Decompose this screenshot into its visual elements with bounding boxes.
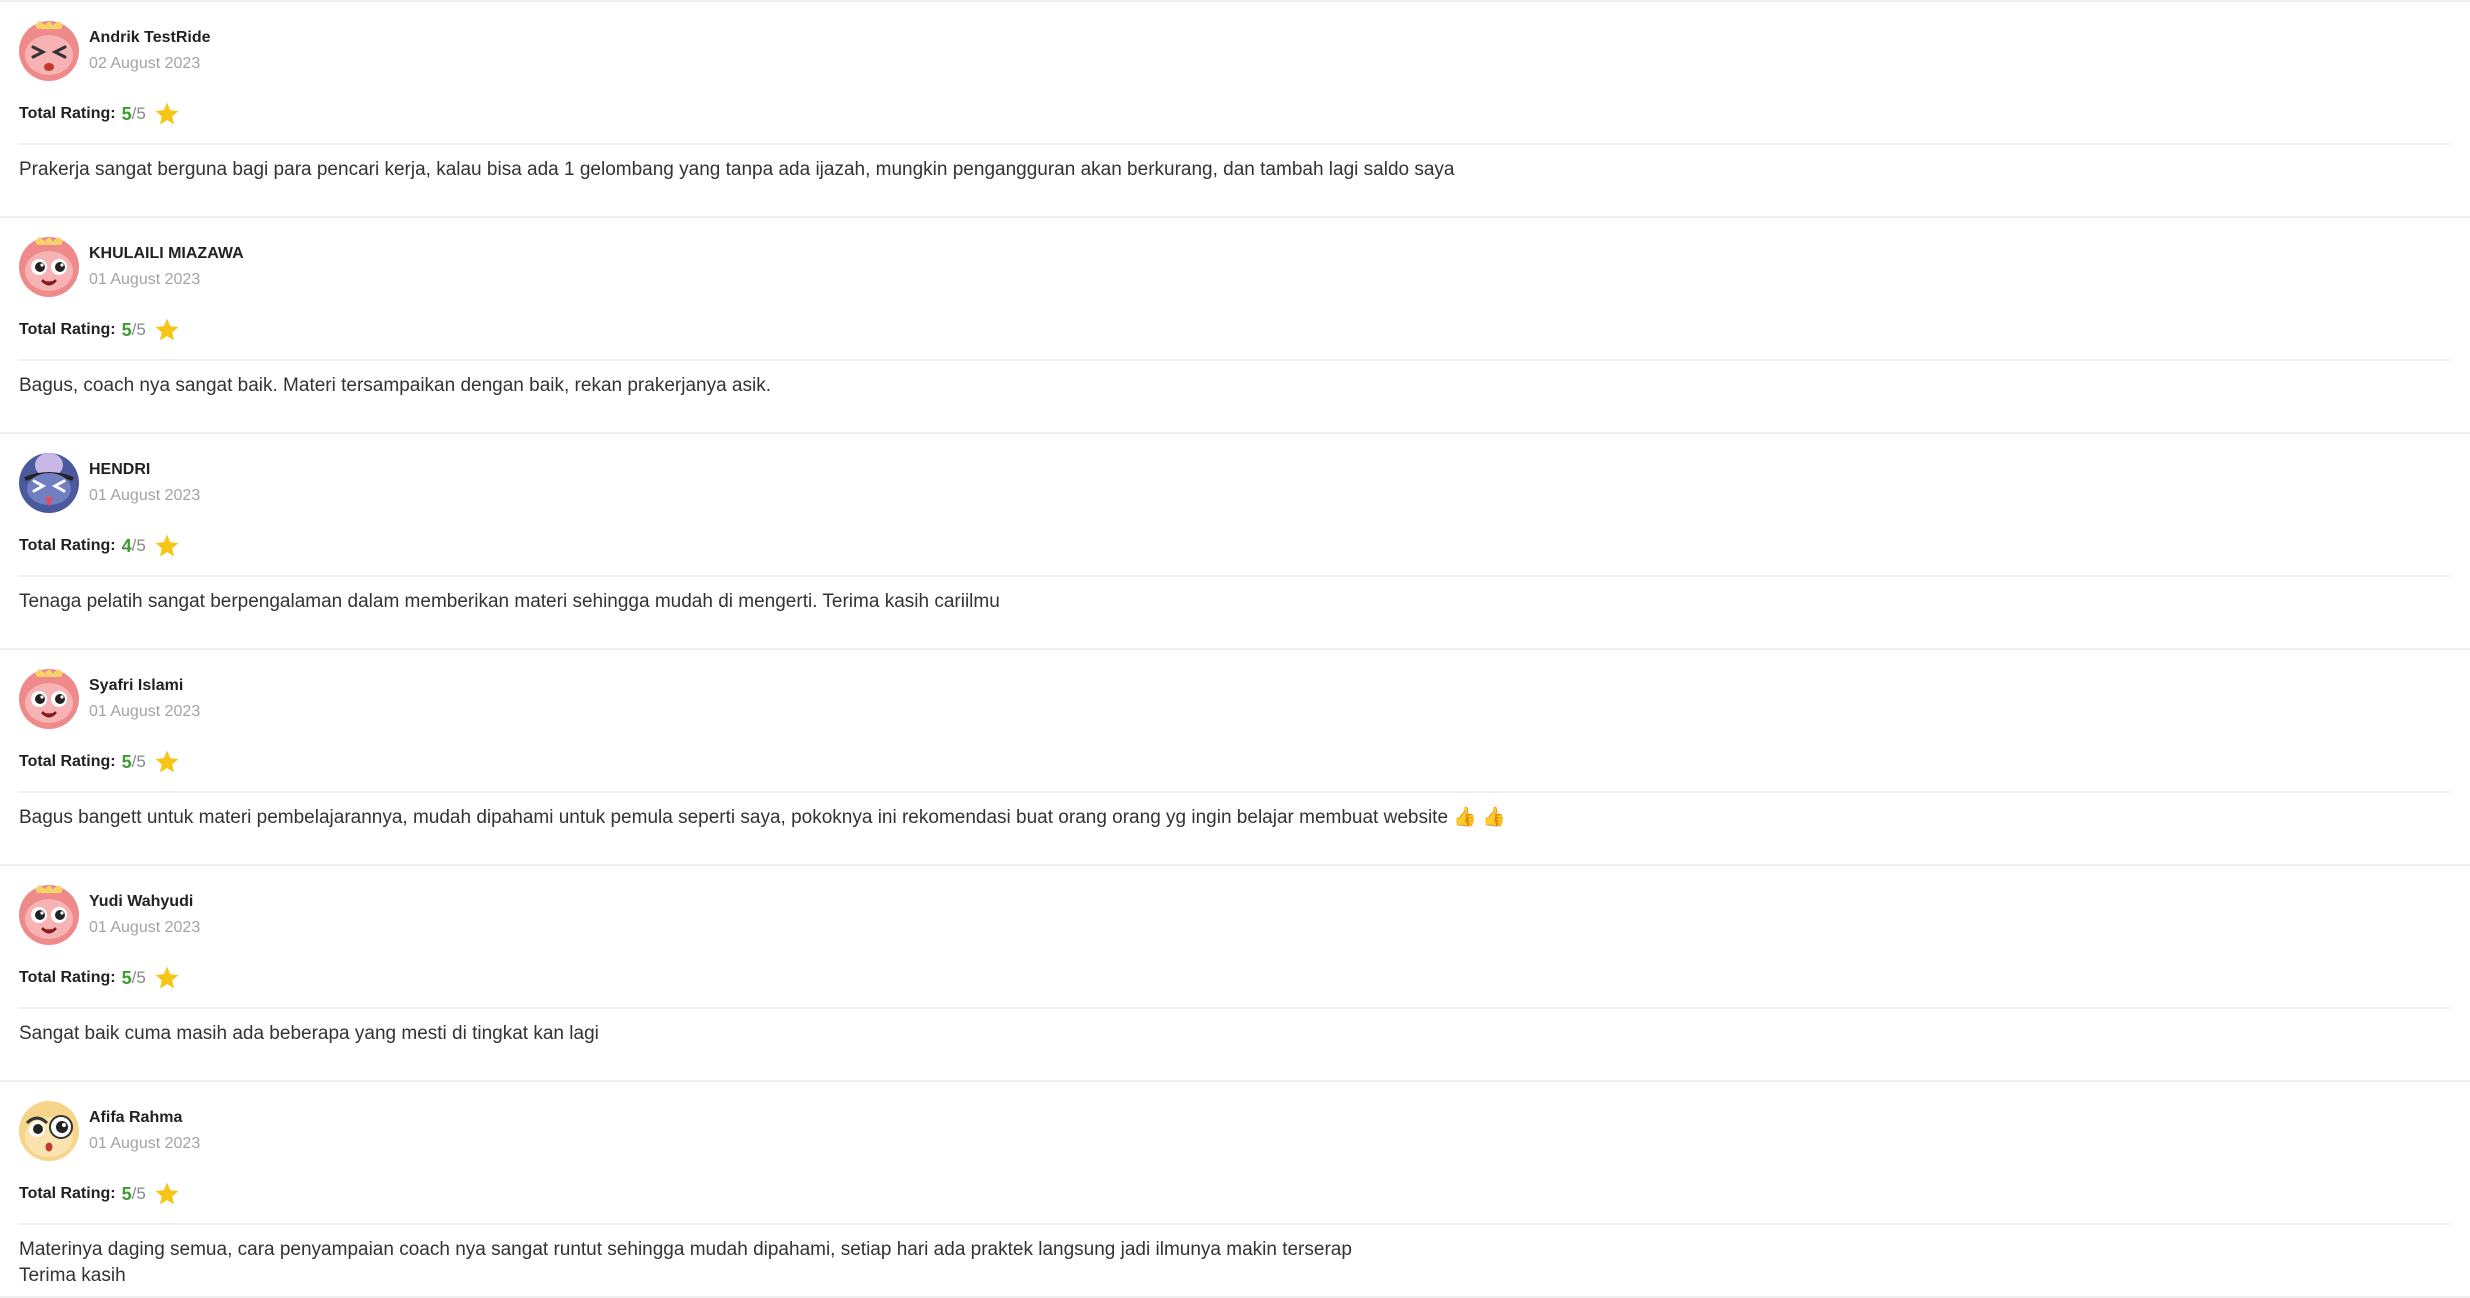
avatar bbox=[19, 885, 79, 945]
star-icon bbox=[155, 1182, 179, 1205]
star-icon bbox=[155, 750, 179, 773]
rating-value: 5 bbox=[121, 751, 132, 772]
divider bbox=[19, 575, 2450, 577]
review-comment: Bagus, coach nya sangat baik. Materi ter… bbox=[19, 375, 771, 396]
pink-big-eyes-face-icon bbox=[19, 669, 79, 729]
review-item: KHULAILI MIAZAWA 01 August 2023 Total Ra… bbox=[0, 218, 2470, 434]
divider bbox=[19, 1007, 2450, 1009]
review-date: 01 August 2023 bbox=[89, 487, 201, 504]
review-item: Yudi Wahyudi 01 August 2023 Total Rating… bbox=[0, 866, 2470, 1082]
avatar bbox=[19, 21, 79, 81]
reviewer-name: Yudi Wahyudi bbox=[89, 893, 194, 910]
total-rating: Total Rating: 5 /5 bbox=[19, 1181, 180, 1207]
reviewer-name: HENDRI bbox=[89, 461, 151, 478]
pink-big-eyes-face-icon bbox=[19, 237, 79, 297]
total-rating: Total Rating: 5 /5 bbox=[19, 749, 180, 775]
avatar bbox=[19, 453, 79, 513]
review-item: HENDRI 01 August 2023 Total Rating: 4 /5… bbox=[0, 434, 2470, 650]
blue-squint-face-icon bbox=[19, 453, 79, 513]
review-comment: Materinya daging semua, cara penyampaian… bbox=[19, 1239, 1352, 1286]
divider bbox=[19, 1223, 2450, 1225]
rating-value: 5 bbox=[121, 967, 132, 988]
review-date: 02 August 2023 bbox=[89, 55, 201, 72]
total-rating: Total Rating: 5 /5 bbox=[19, 101, 180, 127]
rating-label: Total Rating: bbox=[19, 105, 116, 122]
reviewer-name: Syafri Islami bbox=[89, 677, 184, 694]
rating-max: /5 bbox=[131, 536, 146, 555]
review-item: Syafri Islami 01 August 2023 Total Ratin… bbox=[0, 650, 2470, 866]
star-icon bbox=[155, 318, 179, 341]
rating-value: 5 bbox=[121, 1183, 132, 1204]
avatar bbox=[19, 1101, 79, 1161]
reviewer-name: KHULAILI MIAZAWA bbox=[89, 245, 244, 262]
reviewer-name: Afifa Rahma bbox=[89, 1109, 183, 1126]
rating-label: Total Rating: bbox=[19, 753, 116, 770]
divider bbox=[19, 791, 2450, 793]
star-icon bbox=[155, 966, 179, 989]
review-item: Andrik TestRide 02 August 2023 Total Rat… bbox=[0, 2, 2470, 218]
rating-max: /5 bbox=[131, 104, 146, 123]
reviewer-name: Andrik TestRide bbox=[89, 29, 211, 46]
review-item: Afifa Rahma 01 August 2023 Total Rating:… bbox=[0, 1082, 2470, 1298]
pink-big-eyes-face-icon bbox=[19, 885, 79, 945]
review-comment: Sangat baik cuma masih ada beberapa yang… bbox=[19, 1023, 599, 1044]
divider bbox=[19, 359, 2450, 361]
total-rating: Total Rating: 4 /5 bbox=[19, 533, 180, 559]
rating-label: Total Rating: bbox=[19, 1185, 116, 1202]
pink-squint-face-icon bbox=[19, 21, 79, 81]
rating-value: 5 bbox=[121, 103, 132, 124]
rating-max: /5 bbox=[131, 752, 146, 771]
review-date: 01 August 2023 bbox=[89, 271, 201, 288]
rating-label: Total Rating: bbox=[19, 321, 116, 338]
avatar bbox=[19, 669, 79, 729]
rating-label: Total Rating: bbox=[19, 969, 116, 986]
review-date: 01 August 2023 bbox=[89, 1135, 201, 1152]
rating-value: 5 bbox=[121, 319, 132, 340]
review-comment: Tenaga pelatih sangat berpengalaman dala… bbox=[19, 591, 1000, 612]
rating-max: /5 bbox=[131, 1184, 146, 1203]
star-icon bbox=[155, 102, 179, 125]
yellow-owl-face-icon bbox=[19, 1101, 79, 1161]
avatar bbox=[19, 237, 79, 297]
star-icon bbox=[155, 534, 179, 557]
total-rating: Total Rating: 5 /5 bbox=[19, 317, 180, 343]
rating-max: /5 bbox=[131, 320, 146, 339]
review-date: 01 August 2023 bbox=[89, 703, 201, 720]
rating-max: /5 bbox=[131, 968, 146, 987]
rating-value: 4 bbox=[121, 535, 132, 556]
review-list: Andrik TestRide 02 August 2023 Total Rat… bbox=[0, 0, 2470, 1298]
review-date: 01 August 2023 bbox=[89, 919, 201, 936]
review-comment: Bagus bangett untuk materi pembelajarann… bbox=[19, 807, 1506, 828]
divider bbox=[19, 143, 2450, 145]
total-rating: Total Rating: 5 /5 bbox=[19, 965, 180, 991]
review-comment: Prakerja sangat berguna bagi para pencar… bbox=[19, 159, 1455, 180]
rating-label: Total Rating: bbox=[19, 537, 116, 554]
